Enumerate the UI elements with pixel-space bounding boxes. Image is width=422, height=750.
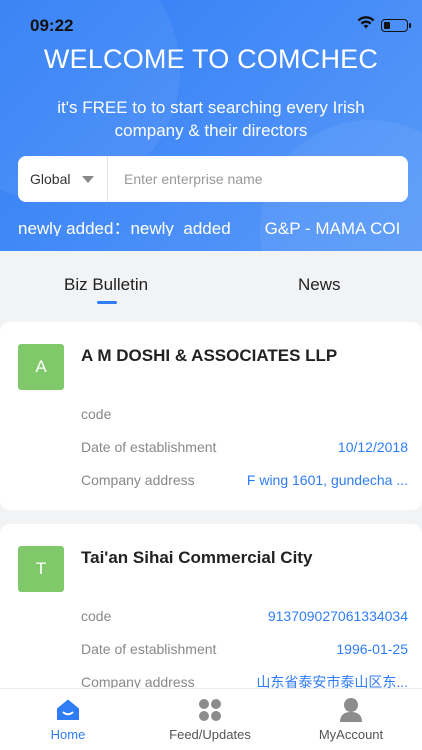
bottom-tab-bar: Home Feed/Updates MyAccount xyxy=(0,688,422,750)
code-row: code 913709027061334034 xyxy=(81,606,408,626)
scope-select-value: Global xyxy=(30,171,71,187)
code-label: code xyxy=(81,406,112,422)
active-tab-indicator xyxy=(97,301,117,304)
tab-biz-bulletin[interactable]: Biz Bulletin xyxy=(64,275,148,295)
tabbar-account-label: MyAccount xyxy=(318,727,384,742)
tab-news[interactable]: News xyxy=(298,275,341,295)
company-avatar: T xyxy=(18,546,64,592)
code-label: code xyxy=(81,608,112,624)
ticker-label: newly added：newly_added xyxy=(18,219,231,236)
code-value: 913709027061334034 xyxy=(267,608,408,624)
establishment-row: Date of establishment 1996-01-25 xyxy=(81,639,408,659)
company-card[interactable]: A A M DOSHI & ASSOCIATES LLP code Date o… xyxy=(0,322,422,510)
welcome-title: WELCOME TO COMCHEC xyxy=(43,44,379,74)
tabbar-feed-label: Feed/Updates xyxy=(169,727,251,742)
hero-banner: 09:22 WELCOME TO COMCHEC it's FREE to to… xyxy=(0,0,422,251)
address-row: Company address F wing 1601, gundecha ..… xyxy=(81,470,408,490)
establishment-value: 1996-01-25 xyxy=(336,641,408,657)
establishment-label: Date of establishment xyxy=(81,439,217,455)
status-time: 09:22 xyxy=(30,16,74,35)
company-name: Tai'an Sihai Commercial City xyxy=(81,548,313,567)
establishment-label: Date of establishment xyxy=(81,641,217,657)
content-tabs: Biz Bulletin News xyxy=(0,251,422,321)
newly-added-ticker[interactable]: newly added：newly_added G&P - MAMA COI xyxy=(18,214,408,236)
status-icons xyxy=(357,16,411,34)
code-row: code xyxy=(81,404,408,424)
user-icon xyxy=(291,697,411,723)
address-value: F wing 1601, gundecha ... xyxy=(246,472,408,488)
establishment-row: Date of establishment 10/12/2018 xyxy=(81,437,408,457)
address-label: Company address xyxy=(81,472,195,488)
company-card[interactable]: T Tai'an Sihai Commercial City code 9137… xyxy=(0,524,422,704)
scope-select[interactable]: Global xyxy=(18,156,108,202)
enterprise-search-input[interactable] xyxy=(108,156,408,202)
grid-icon xyxy=(150,697,270,723)
establishment-value: 10/12/2018 xyxy=(337,439,408,455)
tabbar-account[interactable]: MyAccount xyxy=(291,697,411,742)
tabbar-feed[interactable]: Feed/Updates xyxy=(150,697,270,742)
wifi-icon xyxy=(357,16,375,34)
company-avatar: A xyxy=(18,344,64,390)
battery-icon xyxy=(381,18,411,32)
search-bar: Global xyxy=(18,156,408,202)
tabbar-home[interactable]: Home xyxy=(8,697,128,742)
status-bar: 09:22 xyxy=(0,0,422,48)
tabbar-home-label: Home xyxy=(50,727,86,742)
company-name: A M DOSHI & ASSOCIATES LLP xyxy=(81,346,338,365)
home-icon xyxy=(8,697,128,723)
welcome-subtitle: it's FREE to to start searching every Ir… xyxy=(57,98,365,140)
caret-down-icon xyxy=(82,175,95,183)
ticker-item: G&P - MAMA COI xyxy=(264,219,401,236)
